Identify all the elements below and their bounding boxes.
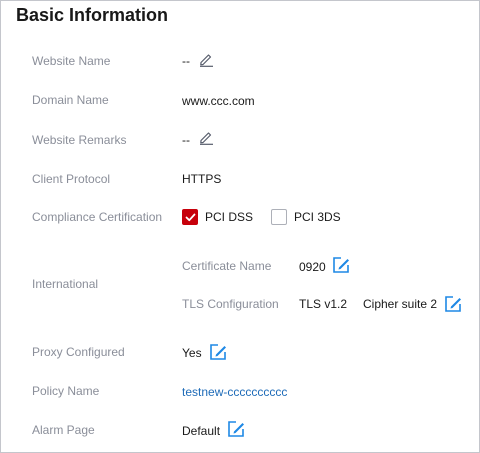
basic-information-panel: Basic Information Website Name -- Domain…: [0, 0, 480, 453]
domain-name-label: Domain Name: [32, 93, 109, 107]
panel-title: Basic Information: [16, 5, 169, 25]
proxy-configured-value: Yes: [182, 346, 202, 360]
policy-name-label: Policy Name: [32, 384, 100, 398]
domain-name-value: www.ccc.com: [182, 94, 255, 108]
proxy-configured-label: Proxy Configured: [32, 345, 125, 359]
alarm-page-value: Default: [182, 424, 221, 438]
website-remarks-label: Website Remarks: [32, 133, 127, 147]
website-remarks-value: --: [182, 133, 190, 147]
client-protocol-label: Client Protocol: [32, 172, 111, 186]
pci-dss-checkbox[interactable]: [182, 209, 198, 225]
certificate-name-value: 0920: [299, 260, 326, 274]
website-name-value: --: [182, 54, 190, 68]
compliance-certification-label: Compliance Certification: [32, 210, 163, 224]
alarm-page-label: Alarm Page: [32, 423, 95, 437]
tls-configuration-label: TLS Configuration: [182, 297, 279, 311]
edit-proxy-icon[interactable]: [209, 343, 227, 366]
policy-name-link[interactable]: testnew-cccccccccc: [182, 384, 287, 400]
pci-3ds-checkbox[interactable]: [271, 209, 287, 225]
edit-certificate-icon[interactable]: [332, 256, 350, 279]
checkmark-icon: [185, 213, 196, 222]
website-name-label: Website Name: [32, 54, 111, 68]
client-protocol-value: HTTPS: [182, 172, 222, 186]
edit-alarm-page-icon[interactable]: [227, 420, 245, 443]
edit-website-name-icon[interactable]: [198, 51, 214, 72]
certificate-name-label: Certificate Name: [182, 259, 272, 273]
tls-version-value: TLS v1.2: [299, 297, 348, 311]
international-label: International: [32, 277, 99, 291]
pci-dss-label[interactable]: PCI DSS: [205, 209, 253, 225]
edit-website-remarks-icon[interactable]: [198, 129, 214, 150]
cipher-suite-value: Cipher suite 2: [363, 297, 438, 311]
edit-tls-icon[interactable]: [444, 295, 462, 318]
pci-3ds-label[interactable]: PCI 3DS: [294, 209, 341, 225]
